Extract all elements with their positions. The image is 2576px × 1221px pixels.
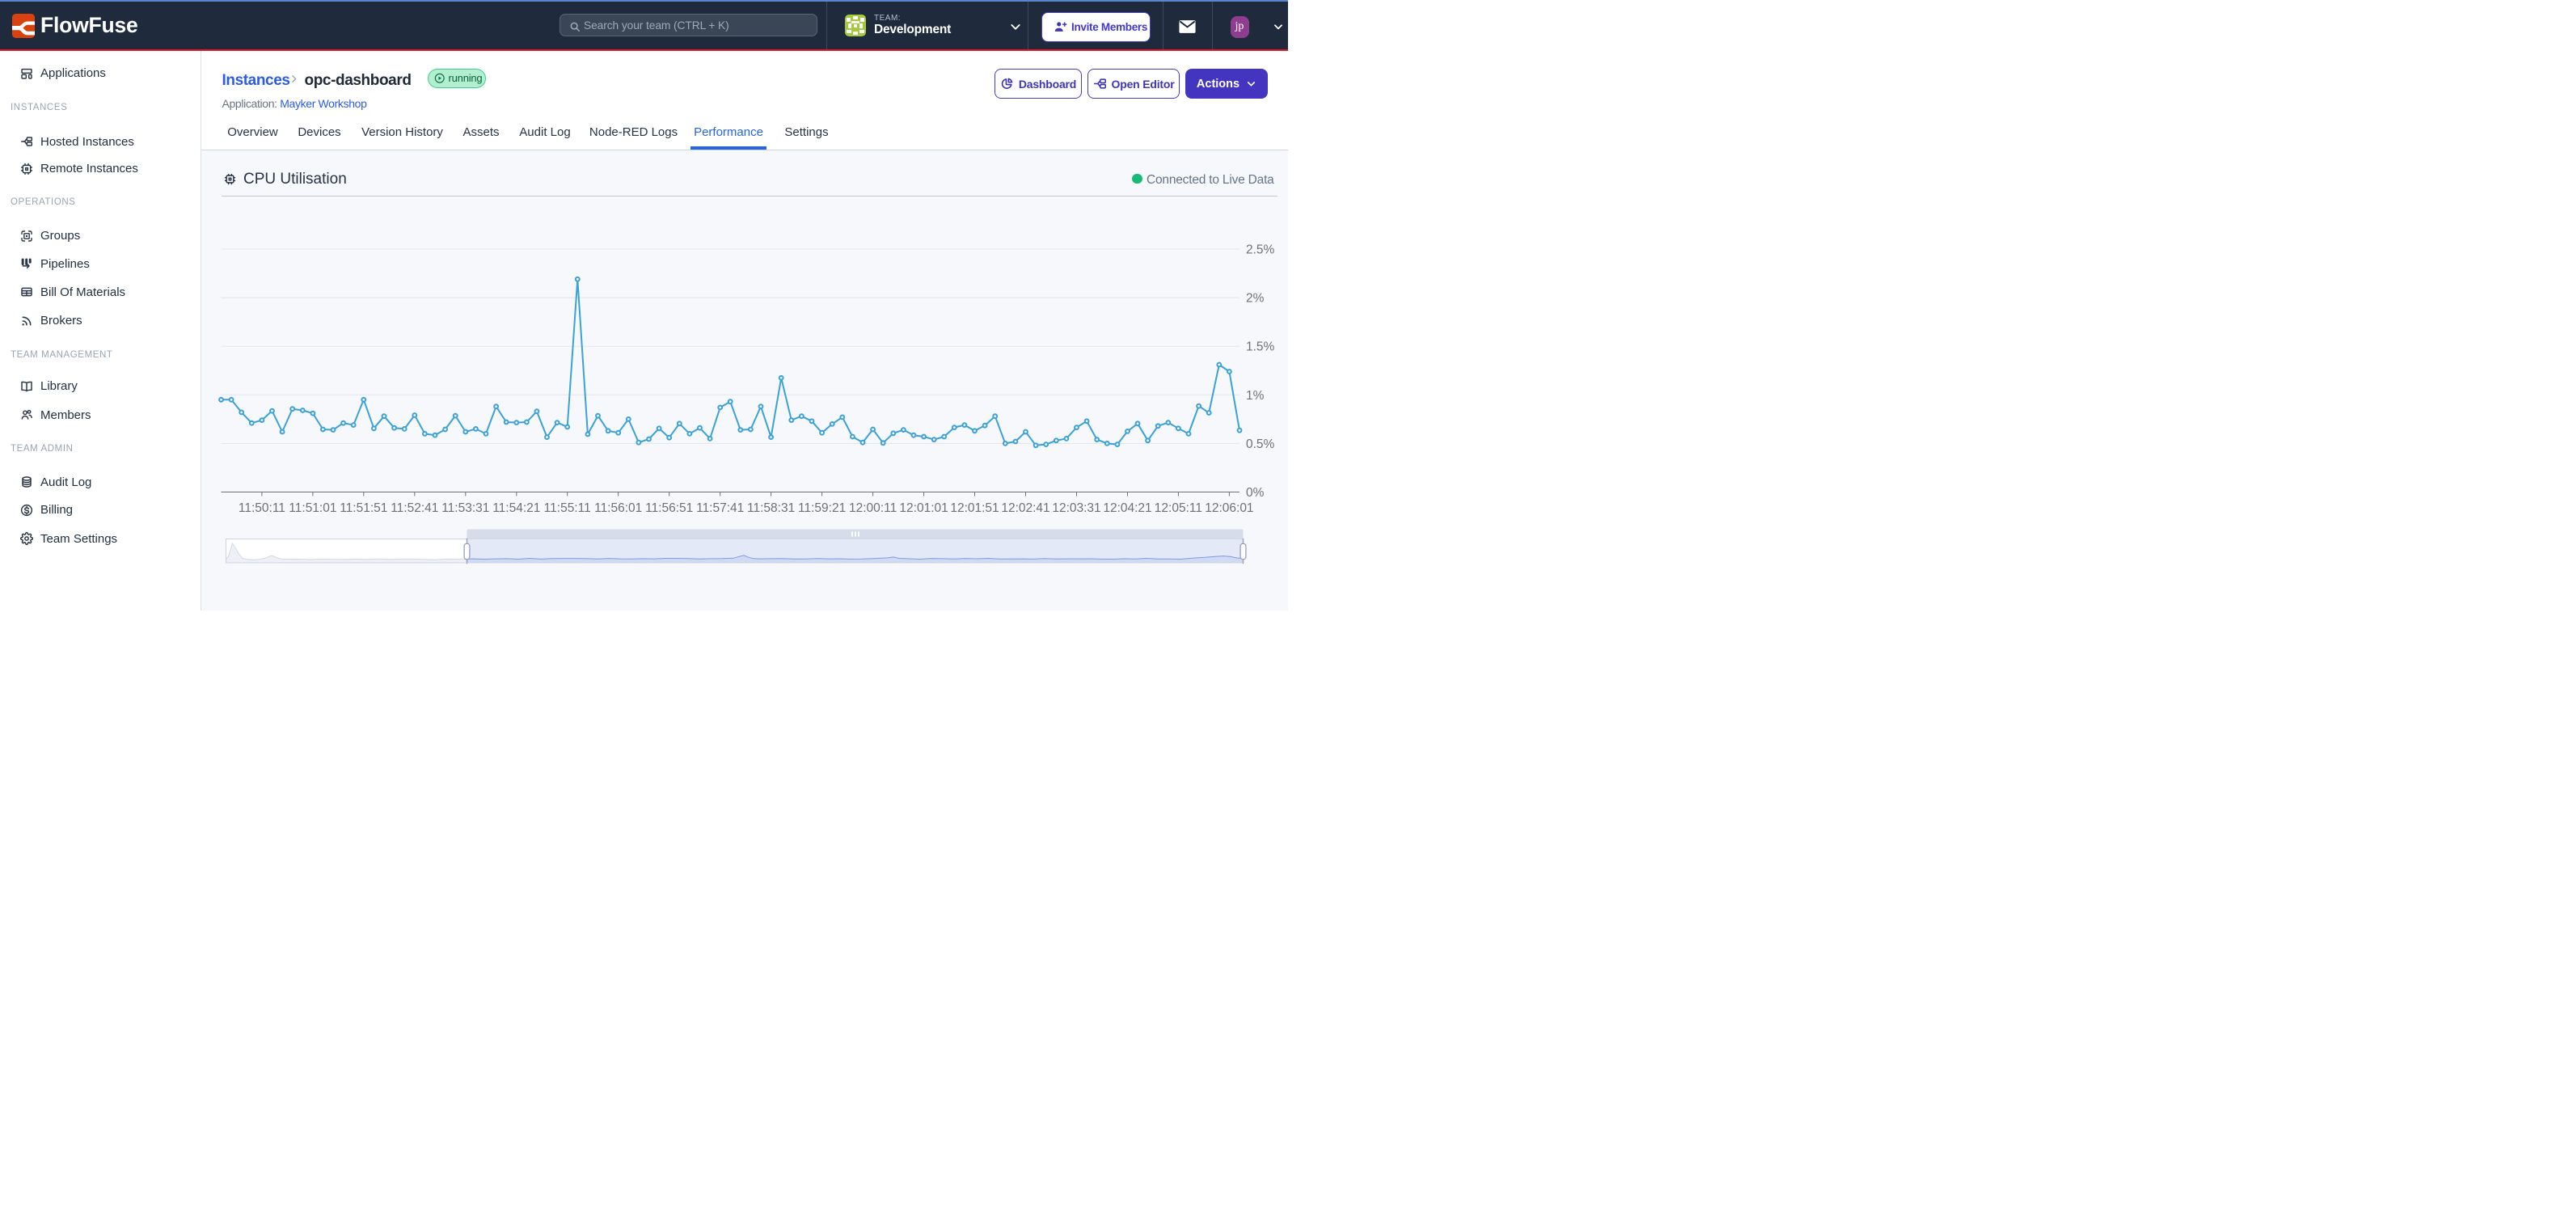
svg-text:11:56:01: 11:56:01 <box>594 501 642 515</box>
svg-text:11:50:11: 11:50:11 <box>239 501 285 515</box>
svg-text:1.5%: 1.5% <box>1246 340 1275 354</box>
svg-text:12:02:41: 12:02:41 <box>1001 501 1049 515</box>
svg-text:0.5%: 0.5% <box>1246 437 1275 451</box>
svg-text:1%: 1% <box>1246 389 1265 403</box>
svg-text:12:04:21: 12:04:21 <box>1103 501 1151 515</box>
svg-text:11:51:01: 11:51:01 <box>289 501 336 515</box>
svg-text:12:00:11: 12:00:11 <box>849 501 897 515</box>
svg-text:12:01:01: 12:01:01 <box>899 501 948 515</box>
svg-text:11:54:21: 11:54:21 <box>492 501 540 515</box>
svg-text:11:56:51: 11:56:51 <box>645 501 693 515</box>
svg-text:2%: 2% <box>1246 292 1265 306</box>
svg-text:12:06:01: 12:06:01 <box>1205 501 1253 515</box>
svg-text:0%: 0% <box>1246 486 1265 500</box>
svg-text:11:55:11: 11:55:11 <box>544 501 591 515</box>
svg-text:11:59:21: 11:59:21 <box>798 501 846 515</box>
svg-text:11:58:31: 11:58:31 <box>747 501 795 515</box>
svg-text:11:52:41: 11:52:41 <box>391 501 438 515</box>
svg-text:12:03:31: 12:03:31 <box>1052 501 1100 515</box>
svg-text:12:01:51: 12:01:51 <box>950 501 999 515</box>
svg-text:11:57:41: 11:57:41 <box>696 501 744 515</box>
svg-text:2.5%: 2.5% <box>1246 243 1275 257</box>
svg-text:11:53:31: 11:53:31 <box>441 501 489 515</box>
svg-text:11:51:51: 11:51:51 <box>340 501 387 515</box>
svg-text:12:05:11: 12:05:11 <box>1155 501 1202 515</box>
